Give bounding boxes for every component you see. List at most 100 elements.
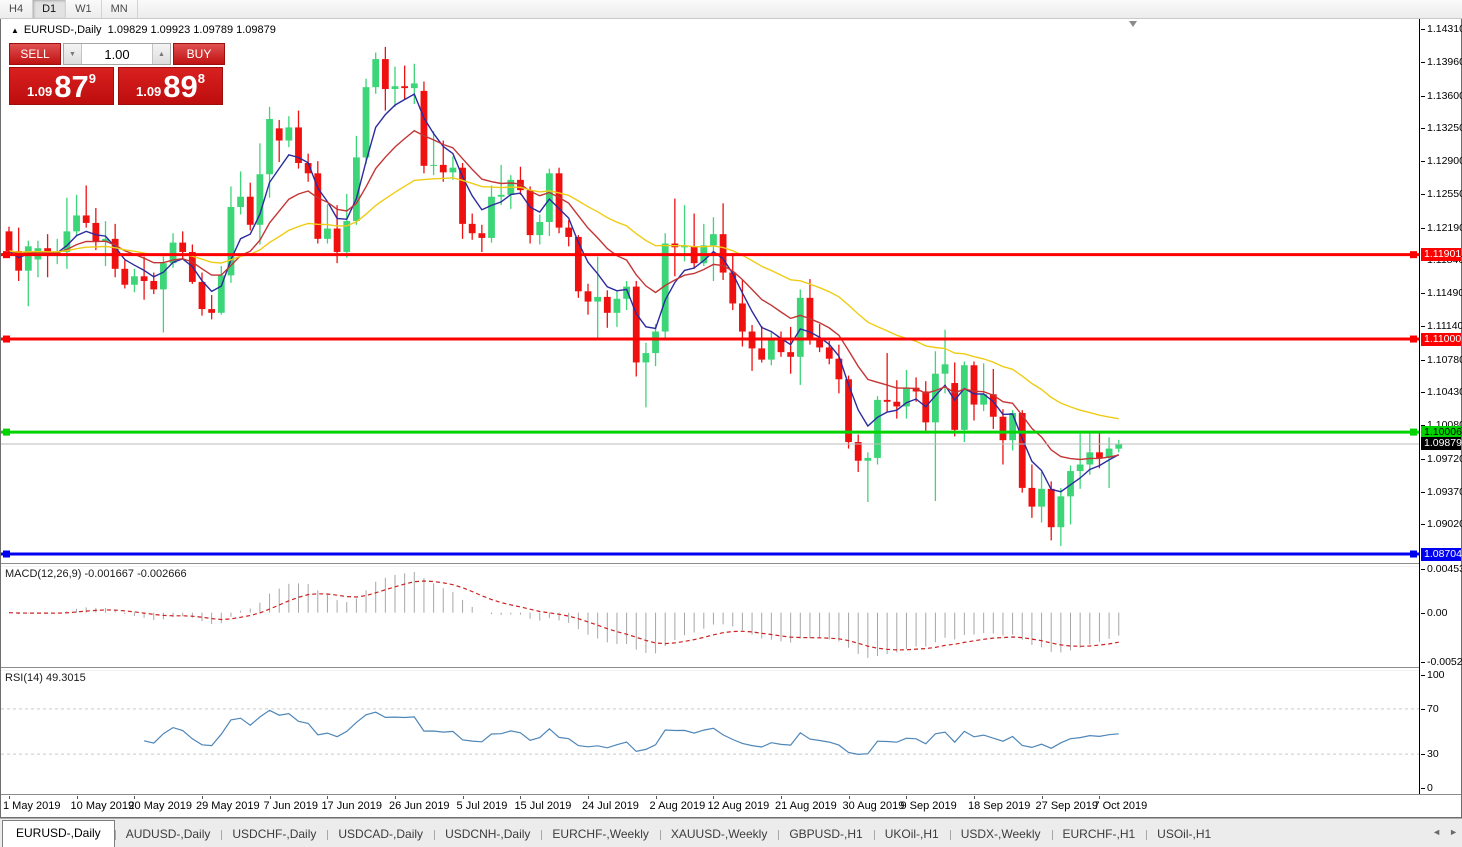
tab-xauusd-weekly[interactable]: XAUUSD-,Weekly (660, 822, 778, 847)
tab-scroll-controls: ◄ ► (1432, 827, 1458, 837)
tab-usdcad-daily[interactable]: USDCAD-,Daily (327, 822, 434, 847)
date-label: 26 Jun 2019 (389, 800, 450, 812)
candles-group (6, 47, 1123, 546)
sell-price-display[interactable]: 1.09 87 9 (9, 67, 114, 105)
date-label: 30 Aug 2019 (843, 800, 905, 812)
tab-eurchf-weekly[interactable]: EURCHF-,Weekly (541, 822, 659, 847)
line-price-label-1.11901: 1.11901 (1421, 248, 1461, 261)
chart-shift-marker-icon[interactable] (1129, 21, 1137, 27)
timeframe-button-group: H4D1W1MN (0, 0, 138, 18)
price-tick-label: 1.10430 (1427, 386, 1462, 399)
tab-eurusd-daily[interactable]: EURUSD-,Daily (2, 820, 115, 847)
macd-indicator-pane[interactable] (1, 565, 1421, 667)
line-handle-left-1.11901[interactable] (3, 251, 10, 258)
chart-title: ▲ EURUSD-,Daily 1.09829 1.09923 1.09789 1… (11, 24, 276, 36)
tab-usdcnh-daily[interactable]: USDCNH-,Daily (434, 822, 541, 847)
line-handle-left-1.08704[interactable] (3, 551, 10, 558)
tab-gbpusd-h1[interactable]: GBPUSD-,H1 (778, 822, 873, 847)
line-handle-right-1.08704[interactable] (1410, 551, 1417, 558)
macd-tick-label: 0.004536 (1427, 563, 1462, 576)
trading-terminal-window: H4D1W1MN ▲ EURUSD-,Daily 1.09829 1.09923 … (0, 0, 1462, 847)
one-click-trade-panel: SELL ▼ 1.00 ▲ BUY 1.09 87 9 1.09 89 8 (9, 43, 225, 105)
volume-input[interactable]: 1.00 (82, 44, 152, 64)
price-tick-label: 1.13960 (1427, 56, 1462, 69)
price-axis[interactable]: 1.14310 1.13960 1.13600 1.13250 1.12900 1.125… (1419, 19, 1461, 794)
line-handle-left-1.11000[interactable] (3, 336, 10, 343)
price-tick-label: 1.09720 (1427, 453, 1462, 466)
price-tick-label: 1.12190 (1427, 222, 1462, 235)
price-tick-label: 1.09020 (1427, 518, 1462, 531)
date-label: 24 Jul 2019 (582, 800, 639, 812)
tab-usdchf-daily[interactable]: USDCHF-,Daily (221, 822, 327, 847)
time-axis[interactable]: 1 May 201910 May 201920 May 201929 May 2… (1, 795, 1421, 817)
tab-audusd-daily[interactable]: AUDUSD-,Daily (115, 822, 222, 847)
volume-decrease-button[interactable]: ▼ (64, 44, 82, 64)
chart-tabs: EURUSD-,DailyAUDUSD-,DailyUSDCHF-,DailyU… (2, 820, 1222, 847)
buy-price-display[interactable]: 1.09 89 8 (118, 67, 223, 105)
tab-scroll-left-icon[interactable]: ◄ (1432, 827, 1441, 837)
date-label: 17 Jun 2019 (321, 800, 382, 812)
date-label: 1 May 2019 (3, 800, 60, 812)
rsi-tick-label: 70 (1427, 703, 1439, 716)
macd-tick-label: 0.00 (1427, 607, 1447, 620)
line-handle-right-1.11000[interactable] (1410, 336, 1417, 343)
date-label: 15 Jul 2019 (514, 800, 571, 812)
date-label: 10 May 2019 (71, 800, 135, 812)
line-handle-left-1.10006[interactable] (3, 429, 10, 436)
line-handle-right-1.11901[interactable] (1410, 251, 1417, 258)
timeframe-button-w1[interactable]: W1 (66, 0, 102, 18)
date-label: 7 Oct 2019 (1093, 800, 1147, 812)
buy-button[interactable]: BUY (173, 43, 225, 65)
chart-ohlc-values: 1.09829 1.09923 1.09789 1.09879 (108, 24, 276, 36)
volume-stepper: ▼ 1.00 ▲ (63, 43, 171, 65)
price-tick-label: 1.10780 (1427, 354, 1462, 367)
trade-panel-collapse-icon[interactable]: ▲ (11, 26, 19, 35)
line-handle-right-1.10006[interactable] (1410, 429, 1417, 436)
price-tick-label: 1.14310 (1427, 23, 1462, 36)
sell-price-pipette: 9 (89, 71, 96, 86)
price-tick-label: 1.11490 (1427, 287, 1462, 300)
chart-tab-bar: EURUSD-,DailyAUDUSD-,DailyUSDCHF-,DailyU… (0, 818, 1462, 847)
line-price-label-1.08704: 1.08704 (1421, 548, 1461, 561)
date-label: 21 Aug 2019 (775, 800, 837, 812)
date-label: 27 Sep 2019 (1036, 800, 1098, 812)
buy-price-pipette: 8 (198, 71, 205, 86)
tab-usdx-weekly[interactable]: USDX-,Weekly (950, 822, 1052, 847)
price-tick-label: 1.13600 (1427, 90, 1462, 103)
pane-splitter-macd[interactable] (1, 563, 1461, 567)
buy-price-prefix: 1.09 (136, 84, 161, 99)
buy-price-big: 89 (163, 71, 197, 102)
price-tick-label: 1.12900 (1427, 155, 1462, 168)
timeframe-button-h4[interactable]: H4 (0, 0, 33, 18)
price-tick-label: 1.11140 (1427, 320, 1462, 333)
tab-eurchf-h1[interactable]: EURCHF-,H1 (1052, 822, 1147, 847)
current-price-label: 1.09879 (1421, 437, 1461, 450)
rsi-label: RSI(14) 49.3015 (5, 672, 86, 684)
date-label: 5 Jul 2019 (457, 800, 508, 812)
volume-increase-button[interactable]: ▲ (152, 44, 170, 64)
chart-window: ▲ EURUSD-,Daily 1.09829 1.09923 1.09789 1… (0, 19, 1462, 818)
timeframe-button-d1[interactable]: D1 (33, 0, 66, 18)
rsi-line (144, 710, 1119, 754)
date-label: 9 Sep 2019 (900, 800, 956, 812)
date-label: 12 Aug 2019 (707, 800, 769, 812)
price-tick-label: 1.12550 (1427, 188, 1462, 201)
tab-usoil-h1[interactable]: USOil-,H1 (1146, 822, 1222, 847)
date-label: 7 Jun 2019 (264, 800, 318, 812)
sell-button[interactable]: SELL (9, 43, 61, 65)
line-price-label-1.11000: 1.11000 (1421, 333, 1461, 346)
tab-scroll-right-icon[interactable]: ► (1449, 827, 1458, 837)
price-tick-label: 1.09370 (1427, 486, 1462, 499)
tab-ukoil-h1[interactable]: UKOil-,H1 (874, 822, 950, 847)
date-label: 18 Sep 2019 (968, 800, 1030, 812)
timeframe-button-mn[interactable]: MN (102, 0, 138, 18)
macd-label: MACD(12,26,9) -0.001667 -0.002666 (5, 568, 187, 580)
chart-symbol-label: EURUSD-,Daily (24, 24, 102, 36)
rsi-indicator-pane[interactable] (1, 669, 1421, 794)
macd-tick-label: -0.005205 (1427, 656, 1462, 669)
date-label: 2 Aug 2019 (650, 800, 706, 812)
price-tick-label: 1.13250 (1427, 122, 1462, 135)
macd-signal-line (9, 581, 1119, 650)
rsi-tick-label: 30 (1427, 748, 1439, 761)
pane-splitter-rsi[interactable] (1, 667, 1461, 671)
